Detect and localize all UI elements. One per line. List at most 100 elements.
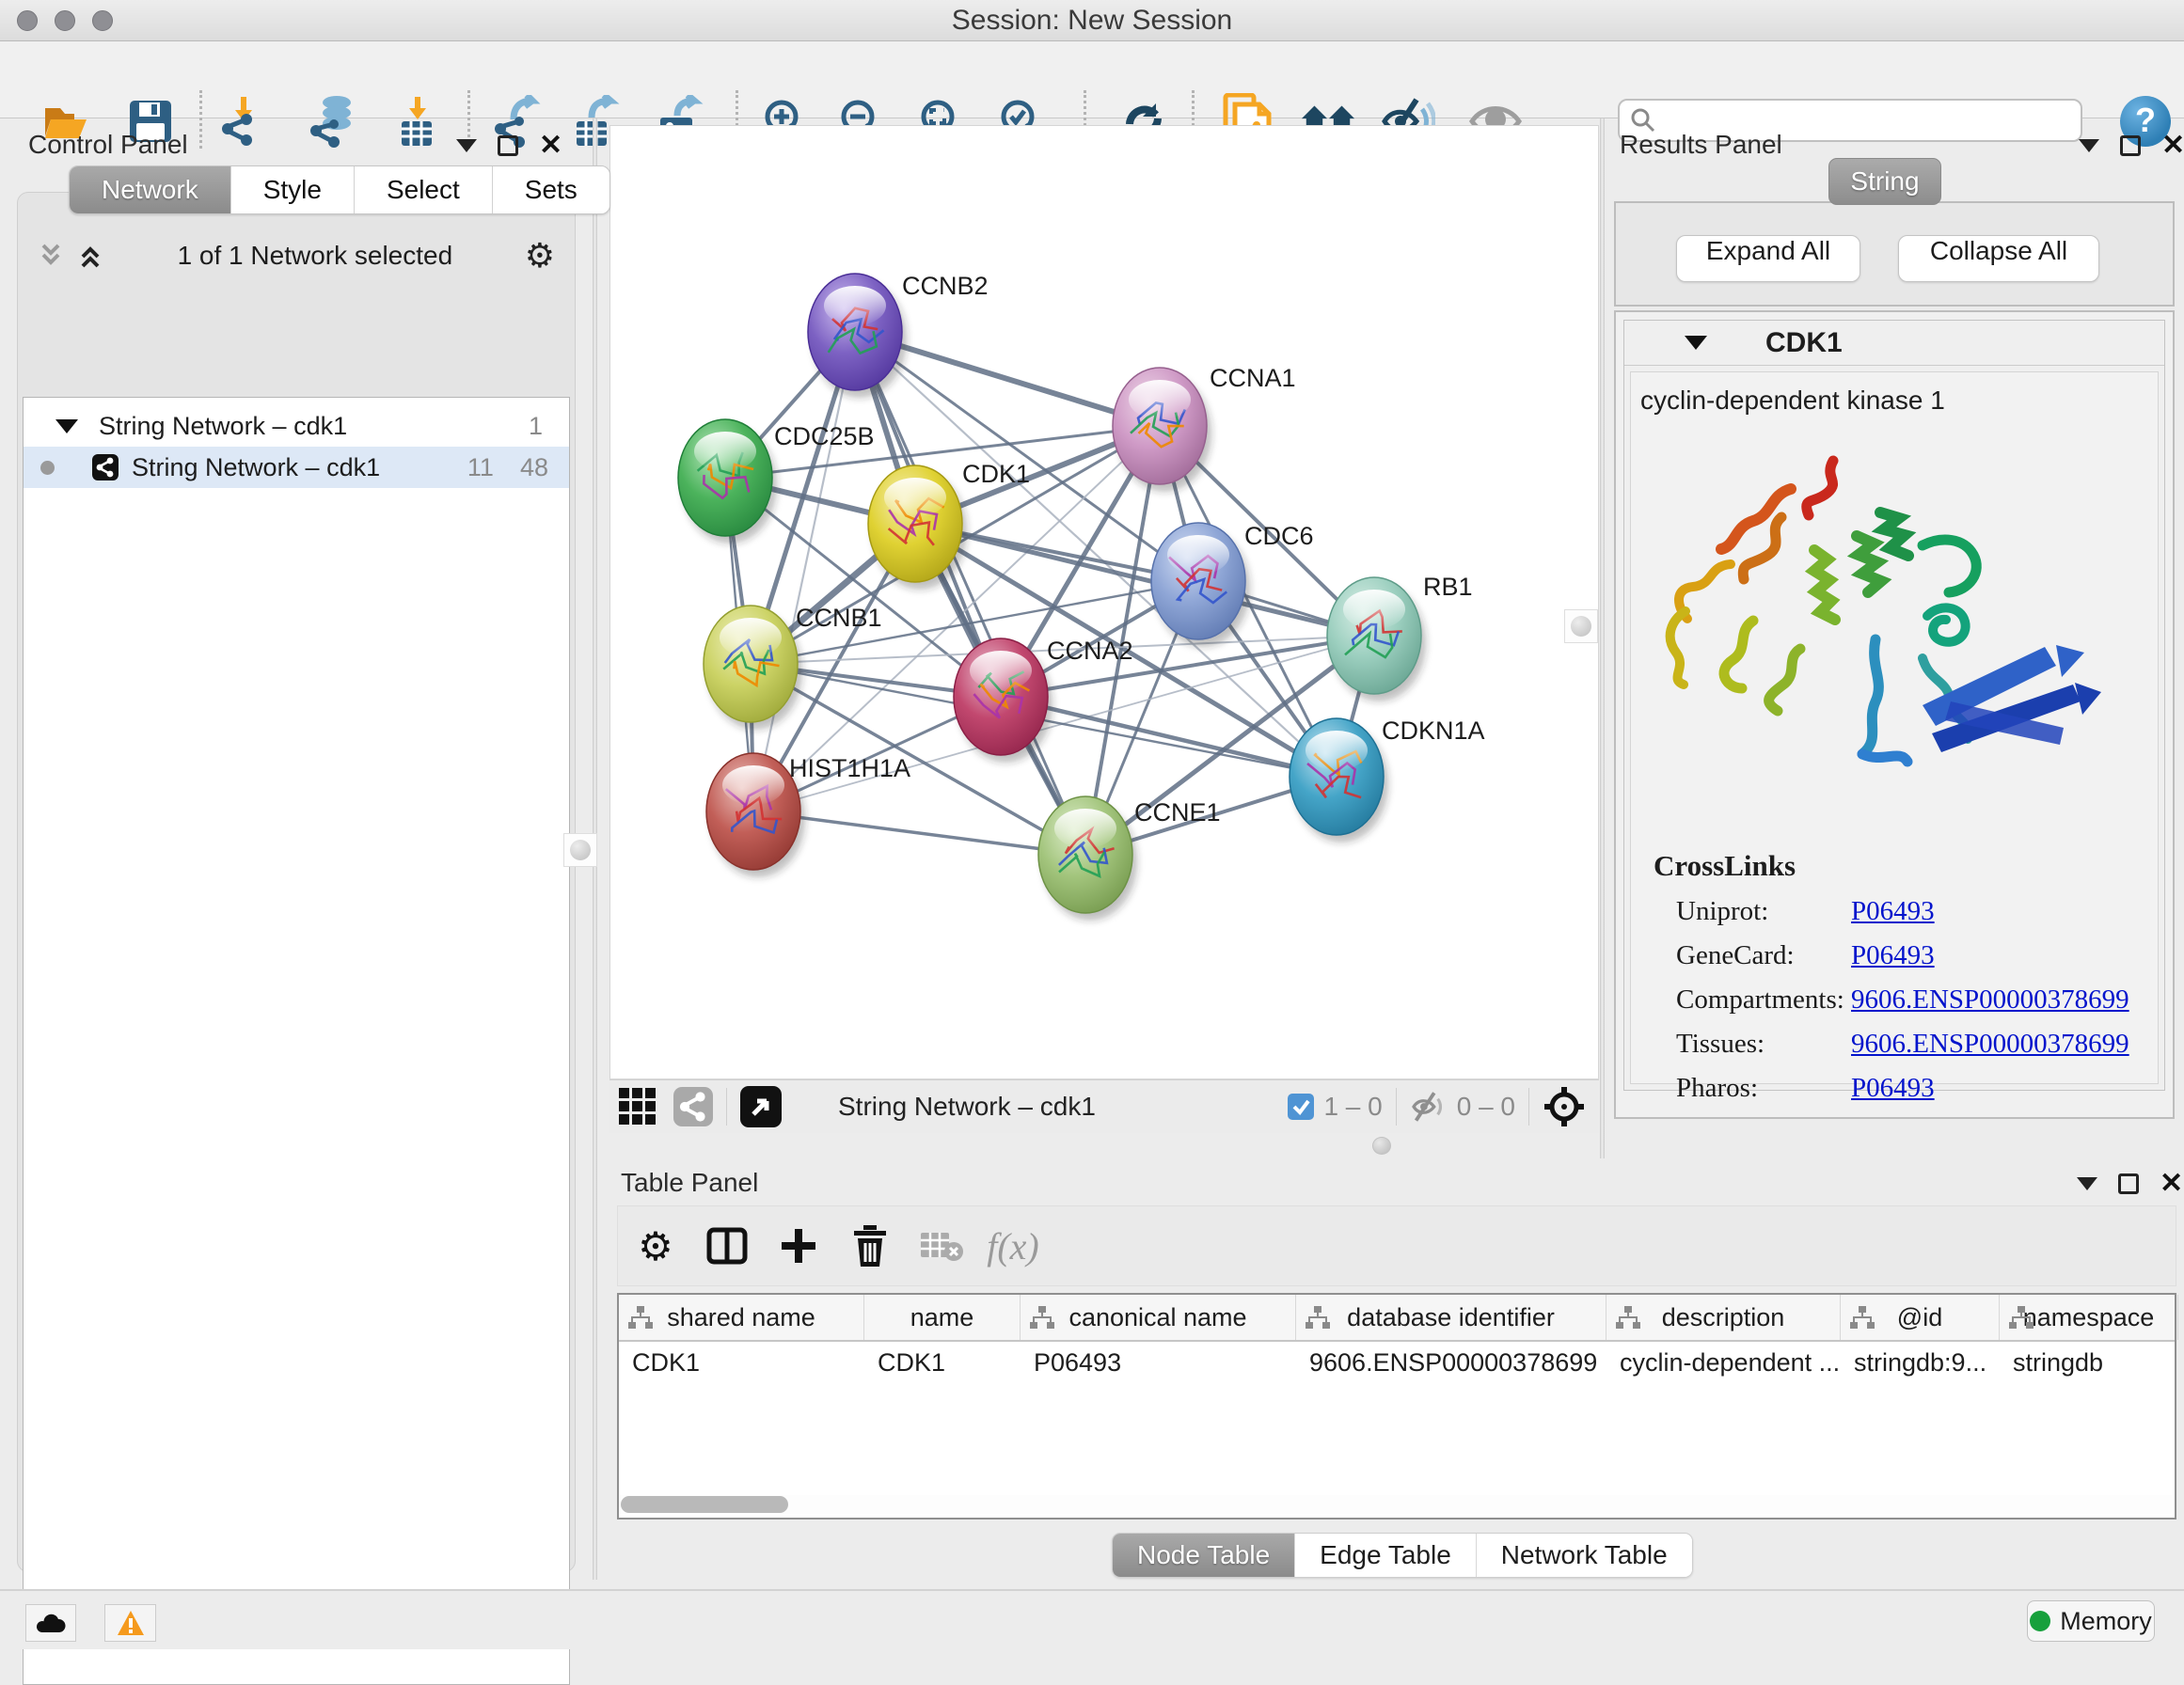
results-actions-box: Expand All Collapse All bbox=[1614, 201, 2175, 307]
tab-edge-table[interactable]: Edge Table bbox=[1295, 1534, 1477, 1577]
memory-button[interactable]: Memory bbox=[2027, 1600, 2155, 1642]
collapse-panel-icon[interactable] bbox=[2079, 139, 2099, 152]
birds-eye-view-icon[interactable] bbox=[740, 1086, 782, 1127]
tab-string[interactable]: String bbox=[1828, 158, 1941, 205]
hidden-eye-slash-icon[interactable] bbox=[1410, 1092, 1448, 1122]
collapse-panel-icon[interactable] bbox=[456, 139, 477, 152]
crosslink-link[interactable]: 9606.ENSP00000378699 bbox=[1851, 984, 2129, 1016]
float-panel-icon[interactable] bbox=[498, 135, 518, 156]
table-options-gear-icon[interactable]: ⚙ bbox=[627, 1218, 684, 1274]
warning-button[interactable] bbox=[104, 1604, 156, 1642]
title-bar: Session: New Session bbox=[0, 0, 2184, 41]
minimize-window-button[interactable] bbox=[55, 10, 75, 31]
node-HIST1H1A[interactable]: HIST1H1A bbox=[706, 753, 910, 877]
horizontal-scrollbar[interactable] bbox=[620, 1495, 2172, 1514]
crosslink-link[interactable]: 9606.ENSP00000378699 bbox=[1851, 1029, 2129, 1060]
node-CCNE1[interactable]: CCNE1 bbox=[1038, 796, 1221, 921]
node-CCNA1[interactable]: CCNA1 bbox=[1113, 364, 1296, 492]
cloud-button[interactable] bbox=[25, 1604, 76, 1642]
network-list-options-gear-icon[interactable]: ⚙ bbox=[525, 236, 555, 276]
fit-content-target-icon[interactable] bbox=[1543, 1085, 1586, 1128]
control-panel-tabs: NetworkStyleSelectSets bbox=[69, 165, 610, 214]
cell-database-identifier[interactable]: 9606.ENSP00000378699 bbox=[1296, 1342, 1606, 1384]
create-column-plus-icon[interactable] bbox=[770, 1218, 827, 1274]
tab-network[interactable]: Network bbox=[70, 166, 231, 213]
right-splitter-grabber[interactable] bbox=[1564, 609, 1598, 643]
expand-all-chevron-icon[interactable] bbox=[36, 242, 66, 270]
column-header-name[interactable]: name bbox=[864, 1295, 1021, 1340]
column-header-@id[interactable]: @id bbox=[1841, 1295, 2000, 1340]
node-RB1[interactable]: RB1 bbox=[1327, 573, 1473, 701]
crosslink-row: GeneCard:P06493 bbox=[1676, 940, 2158, 971]
control-panel-window-controls: ✕ bbox=[456, 135, 562, 156]
collection-expander-icon[interactable] bbox=[55, 419, 78, 433]
right-splitter[interactable] bbox=[1600, 118, 1605, 1158]
tab-node-table[interactable]: Node Table bbox=[1113, 1534, 1295, 1577]
network-bar-title: String Network – cdk1 bbox=[838, 1092, 1096, 1122]
node-CCNB2[interactable]: CCNB2 bbox=[808, 272, 989, 398]
tab-sets[interactable]: Sets bbox=[493, 166, 609, 213]
column-type-icon bbox=[1030, 1306, 1054, 1329]
zoom-window-button[interactable] bbox=[92, 10, 113, 31]
cell-name[interactable]: CDK1 bbox=[864, 1342, 1021, 1384]
cell-namespace[interactable]: stringdb bbox=[2000, 1342, 2178, 1384]
collapse-all-button[interactable]: Collapse All bbox=[1898, 235, 2099, 282]
svg-text:CCNB2: CCNB2 bbox=[902, 272, 989, 300]
network-share-gray-icon[interactable] bbox=[673, 1087, 713, 1126]
tab-network-table[interactable]: Network Table bbox=[1477, 1534, 1692, 1577]
column-header-database-identifier[interactable]: database identifier bbox=[1296, 1295, 1606, 1340]
close-window-button[interactable] bbox=[17, 10, 38, 31]
edge-CCNB2-HIST1H1A[interactable] bbox=[753, 332, 855, 811]
float-panel-icon[interactable] bbox=[2118, 1173, 2139, 1194]
node-CDC25B[interactable]: CDC25B bbox=[678, 419, 875, 543]
show-columns-icon[interactable] bbox=[699, 1218, 755, 1274]
node-CDK1[interactable]: CDK1 bbox=[868, 460, 1030, 590]
gene-card-header[interactable]: CDK1 bbox=[1624, 321, 2164, 366]
delete-column-trash-icon[interactable] bbox=[842, 1218, 898, 1274]
collapse-panel-icon[interactable] bbox=[2077, 1177, 2097, 1190]
crosslink-link[interactable]: P06493 bbox=[1851, 940, 1935, 971]
svg-text:CDKN1A: CDKN1A bbox=[1382, 717, 1485, 745]
cell-description[interactable]: cyclin-dependent ... bbox=[1606, 1342, 1841, 1384]
close-panel-icon[interactable]: ✕ bbox=[2160, 1173, 2183, 1194]
gene-expander-icon[interactable] bbox=[1685, 336, 1707, 350]
horizontal-splitter-grabber[interactable] bbox=[1372, 1137, 1391, 1155]
cell-shared-name[interactable]: CDK1 bbox=[619, 1342, 864, 1384]
cell-canonical-name[interactable]: P06493 bbox=[1021, 1342, 1296, 1384]
svg-text:CCNA1: CCNA1 bbox=[1210, 364, 1296, 392]
column-header-description[interactable]: description bbox=[1606, 1295, 1841, 1340]
grid-view-icon[interactable] bbox=[617, 1086, 658, 1127]
column-type-icon bbox=[1616, 1306, 1640, 1329]
node-CDC6[interactable]: CDC6 bbox=[1151, 522, 1314, 647]
cell-@id[interactable]: stringdb:9... bbox=[1841, 1342, 2000, 1384]
tab-style[interactable]: Style bbox=[231, 166, 355, 213]
network-canvas[interactable]: CCNB2CCNA1CDC25BCDK1CDC6RB1CCNB1CCNA2CDK… bbox=[609, 125, 1599, 1079]
crosslink-link[interactable]: P06493 bbox=[1851, 1073, 1935, 1104]
column-type-icon bbox=[1306, 1306, 1330, 1329]
close-panel-icon[interactable]: ✕ bbox=[2161, 135, 2184, 156]
network-current-dot-icon bbox=[40, 461, 55, 475]
network-collection-row[interactable]: String Network – cdk1 1 bbox=[24, 405, 569, 447]
node-CDKN1A[interactable]: CDKN1A bbox=[1290, 717, 1485, 842]
svg-text:CCNE1: CCNE1 bbox=[1134, 798, 1221, 827]
crosslink-link[interactable]: P06493 bbox=[1851, 896, 1935, 927]
left-splitter-grabber[interactable] bbox=[563, 833, 597, 867]
network-row-selected[interactable]: String Network – cdk1 11 48 bbox=[24, 447, 569, 488]
tab-select[interactable]: Select bbox=[355, 166, 493, 213]
collapse-all-chevron-icon[interactable] bbox=[75, 242, 105, 270]
float-panel-icon[interactable] bbox=[2120, 135, 2141, 156]
bar-separator bbox=[726, 1088, 727, 1126]
column-header-namespace[interactable]: namespace bbox=[2000, 1295, 2178, 1340]
close-panel-icon[interactable]: ✕ bbox=[539, 135, 562, 156]
cloud-icon bbox=[35, 1612, 67, 1634]
column-header-shared-name[interactable]: shared name bbox=[619, 1295, 864, 1340]
table-row[interactable]: CDK1CDK1P064939606.ENSP00000378699cyclin… bbox=[619, 1342, 2175, 1384]
selected-checkbox-icon[interactable] bbox=[1288, 1094, 1314, 1120]
string-network-graph[interactable]: CCNB2CCNA1CDC25BCDK1CDC6RB1CCNB1CCNA2CDK… bbox=[610, 126, 1598, 1079]
scrollbar-thumb[interactable] bbox=[621, 1496, 788, 1513]
column-header-canonical-name[interactable]: canonical name bbox=[1021, 1295, 1296, 1340]
column-type-icon bbox=[1850, 1306, 1875, 1329]
expand-all-button[interactable]: Expand All bbox=[1676, 235, 1860, 282]
protein-structure-image bbox=[1640, 423, 2148, 827]
bar-separator bbox=[1528, 1088, 1529, 1126]
